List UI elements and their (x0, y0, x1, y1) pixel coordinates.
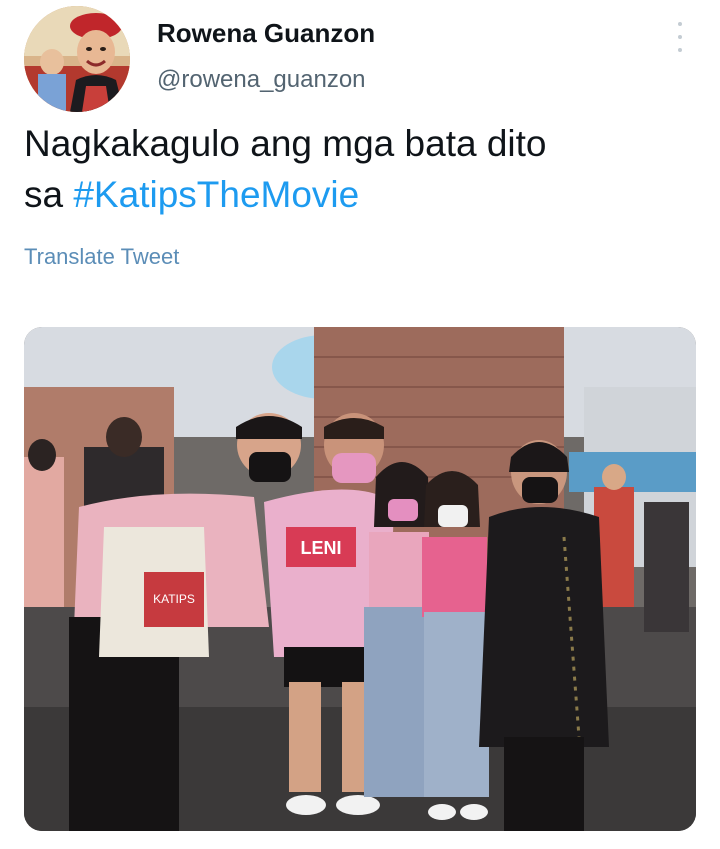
avatar[interactable] (24, 6, 130, 112)
shirt-text: LENI (300, 538, 341, 558)
author-handle[interactable]: @rowena_guanzon (157, 66, 366, 94)
tweet-text-line-2: sa #KatipsTheMovie (24, 169, 694, 220)
tweet-card: Rowena Guanzon @rowena_guanzon Nagkakagu… (0, 0, 720, 849)
photo-image: KATIPS LENI (24, 327, 696, 831)
tweet-photo[interactable]: KATIPS LENI (24, 327, 696, 831)
tote-bag-text: KATIPS (153, 592, 195, 606)
author-display-name[interactable]: Rowena Guanzon (157, 18, 375, 49)
hashtag-link[interactable]: #KatipsTheMovie (73, 174, 359, 215)
translate-tweet-link[interactable]: Translate Tweet (24, 244, 179, 270)
tweet-text: Nagkakagulo ang mga bata dito sa #Katips… (24, 118, 694, 220)
avatar-image (24, 6, 130, 112)
tweet-text-line-1: Nagkakagulo ang mga bata dito (24, 123, 547, 164)
more-vertical-icon[interactable] (668, 22, 692, 52)
tweet-text-prefix: sa (24, 174, 74, 215)
